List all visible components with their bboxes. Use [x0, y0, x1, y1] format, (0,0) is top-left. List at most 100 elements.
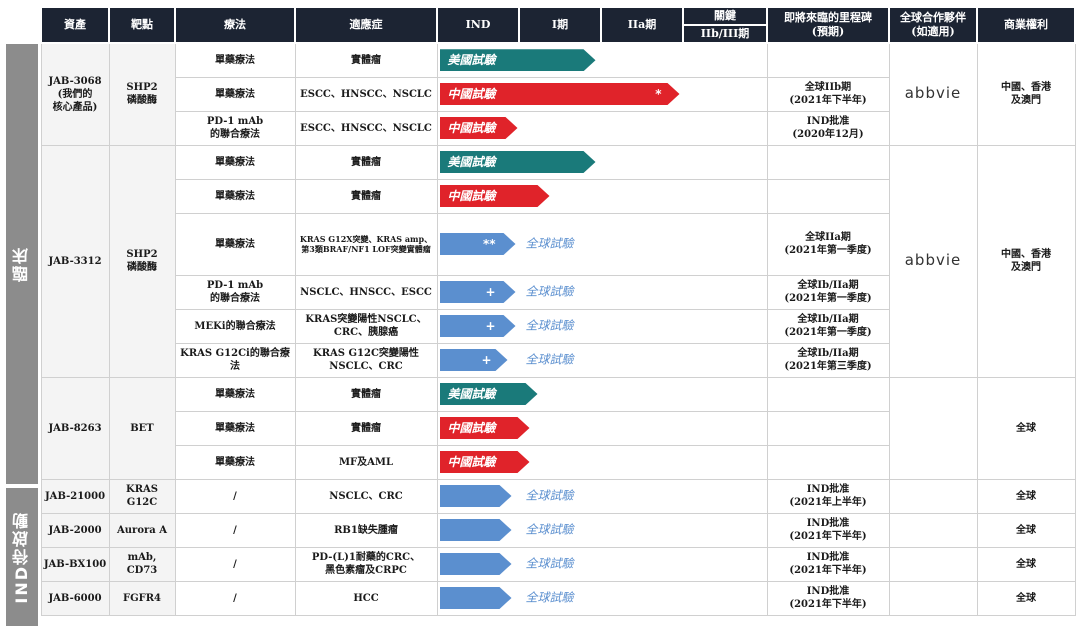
indication-cell: 實體瘤 [294, 42, 438, 78]
asset-name: JAB-3312 [48, 255, 102, 267]
bar-mark: + [485, 318, 496, 333]
progress-cell: 中國試驗 [436, 410, 767, 446]
header-milestone: 即將來臨的里程碑 (預期) [766, 6, 890, 44]
milestone-cell [766, 42, 890, 78]
asset-cell: JAB-3068 (我們的 核心產品) [40, 42, 110, 146]
indication-cell: 實體瘤 [294, 144, 438, 180]
asset-cell: JAB-3312 [40, 144, 110, 378]
therapy-cell: MEKi的聯合療法 [174, 308, 296, 344]
bar-mark: * [655, 86, 662, 101]
global-trial-label: 全球試驗 [525, 352, 574, 367]
milestone-cell: 全球Ib/IIa期 (2021年第三季度) [766, 342, 890, 378]
indication-cell: ESCC、HNSCC、NSCLC [294, 110, 438, 146]
bar-mark: ** [482, 236, 496, 251]
bar-label: 中國試驗 [447, 86, 496, 101]
bar-label: 中國試驗 [447, 420, 496, 435]
indication-cell: 實體瘤 [294, 376, 438, 412]
global-trial-bar: ** [440, 233, 516, 255]
header-partner-label: 全球合作夥伴 [900, 11, 966, 24]
therapy-cell: 單藥療法 [174, 76, 296, 112]
milestone-date: (2021年上半年) [789, 497, 867, 508]
global-trial-bar [440, 553, 512, 575]
milestone-cell: IND批准 (2021年上半年) [766, 478, 890, 514]
partner-cell: abbvie [888, 144, 978, 378]
bar-label: 美國試驗 [447, 52, 496, 67]
target-cell: mAb, CD73 [108, 546, 176, 582]
milestone-date: (2021年下半年) [789, 565, 867, 576]
therapy-cell: / [174, 478, 296, 514]
partner-cell [888, 512, 978, 548]
progress-cell: 全球試驗 [436, 546, 767, 582]
asset-cell: JAB-6000 [40, 580, 110, 616]
target-sub: 磷酸酶 [127, 262, 157, 273]
header-ind: IND [436, 6, 520, 44]
therapy-cell: 單藥療法 [174, 42, 296, 78]
abbvie-logo: abbvie [904, 250, 962, 269]
therapy-cell: 單藥療法 [174, 144, 296, 180]
milestone-cell [766, 178, 890, 214]
progress-cell: 中國試驗 [436, 110, 767, 146]
partner-cell [888, 580, 978, 616]
indication-cell: PD-(L)1耐藥的CRC、 黑色素瘤及CRPC [294, 546, 438, 582]
milestone-date: (2021年下半年) [789, 95, 867, 106]
bar-label: 中國試驗 [447, 188, 496, 203]
bar-label: 中國試驗 [447, 120, 496, 135]
therapy-cell: 單藥療法 [174, 376, 296, 412]
indication-cell: HCC [294, 580, 438, 616]
milestone-text: IND批准 [806, 484, 850, 495]
asset-cell: JAB-2000 [40, 512, 110, 548]
indication-text: KRAS G12C突變陽性 [313, 348, 419, 359]
therapy-cell: KRAS G12Ci的聯合療法 [174, 342, 296, 378]
milestone-cell [766, 376, 890, 412]
target-cell: SHP2 磷酸酶 [108, 42, 176, 146]
target-sub: 磷酸酶 [127, 95, 157, 107]
therapy-text: PD-1 mAb [206, 280, 264, 291]
rights-cell: 中國、香港 及澳門 [976, 42, 1076, 146]
target-cell: SHP2 磷酸酶 [108, 144, 176, 378]
indication-text: KRAS突變陽性NSCLC、 [305, 314, 427, 325]
bar-label: 中國試驗 [447, 454, 496, 469]
indication-text: 第3類BRAF/NF1 LOF突變實體瘤 [301, 244, 431, 254]
global-trial-bar [440, 485, 512, 507]
milestone-date: (2021年第一季度) [784, 245, 872, 256]
progress-cell: 中國試驗 [436, 178, 767, 214]
china-trial-bar: 中國試驗 * [440, 83, 680, 105]
target-cell: Aurora A [108, 512, 176, 548]
header-phase2a: IIa期 [600, 6, 684, 44]
section-clinical: 臨床 [6, 44, 38, 484]
section-clinical-label: 臨床 [12, 246, 31, 282]
progress-cell: 全球試驗 [436, 580, 767, 616]
therapy-cell: PD-1 mAb 的聯合療法 [174, 110, 296, 146]
milestone-text: 全球IIb期 [804, 82, 852, 93]
rights-text: 中國、香港 [1001, 82, 1051, 94]
therapy-cell: PD-1 mAb 的聯合療法 [174, 274, 296, 310]
rights-text: 及澳門 [1011, 95, 1041, 107]
partner-cell [888, 376, 978, 480]
target-cell: FGFR4 [108, 580, 176, 616]
target-name: SHP2 [126, 82, 158, 94]
rights-cell: 全球 [976, 580, 1076, 616]
indication-text: PD-(L)1耐藥的CRC、 [311, 552, 421, 563]
header-partner-sub: (如適用) [911, 25, 955, 38]
therapy-cell: 單藥療法 [174, 178, 296, 214]
header-pivotal-sub: IIb/III期 [682, 24, 768, 44]
target-cell: BET [108, 376, 176, 480]
milestone-cell: IND批准 (2020年12月) [766, 110, 890, 146]
header-partner: 全球合作夥伴 (如適用) [888, 6, 978, 44]
therapy-cell: / [174, 580, 296, 616]
milestone-cell: 全球IIb期 (2021年下半年) [766, 76, 890, 112]
china-trial-bar: 中國試驗 [440, 417, 530, 439]
therapy-cell: / [174, 546, 296, 582]
global-trial-label: 全球試驗 [525, 284, 574, 299]
milestone-text: IND批准 [806, 116, 850, 127]
pipeline-table: 資產 靶點 療法 適應症 IND I期 IIa期 關鍵 即將來臨的里程碑 (預期)… [40, 6, 1076, 616]
progress-cell: ** 全球試驗 [436, 212, 767, 276]
asset-name: JAB-3068 [48, 75, 102, 87]
indication-cell: KRAS G12C突變陽性 NSCLC、CRC [294, 342, 438, 378]
milestone-date: (2020年12月) [792, 129, 864, 140]
global-trial-bar: + [440, 281, 516, 303]
milestone-cell: IND批准 (2021年下半年) [766, 580, 890, 616]
indication-cell: NSCLC、HNSCC、ESCC [294, 274, 438, 310]
milestone-cell: 全球IIa期 (2021年第一季度) [766, 212, 890, 276]
us-trial-bar: 美國試驗 [440, 383, 538, 405]
